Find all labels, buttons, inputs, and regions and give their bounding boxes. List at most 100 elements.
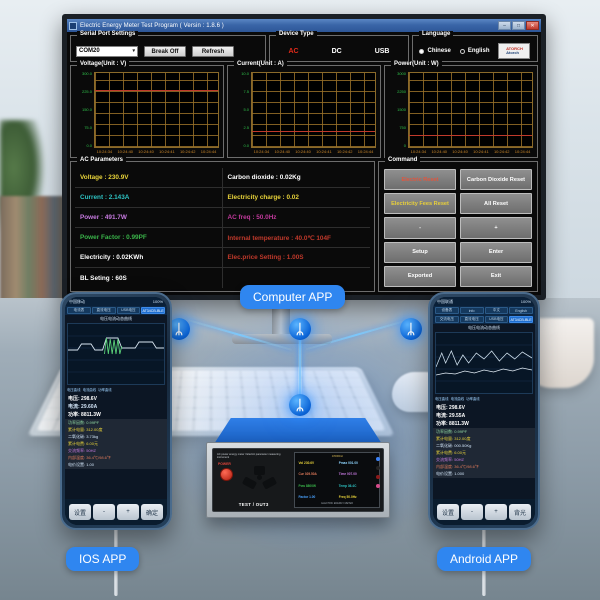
exit-button[interactable]: Exit <box>460 265 532 287</box>
ios-tab-1[interactable]: 直流电压 <box>91 307 116 314</box>
decrement-button[interactable]: - <box>384 217 456 239</box>
language-group: Language Chinese English ATORCH Atorch <box>412 31 538 62</box>
android-menu-device[interactable]: 设备表 <box>435 307 459 314</box>
ios-key-plus[interactable]: + <box>117 504 139 520</box>
window-controls: – □ ✕ <box>498 21 539 30</box>
param-carbon: Carbon dioxide : 0.02Kg <box>222 168 370 188</box>
param-temperature: Internal temperature : 40.0℃ 104F <box>222 228 370 248</box>
voltage-x-axis: 10:24:34 10:24:40 10:24:40 10:24:41 10:2… <box>74 148 219 155</box>
led-pink-icon <box>376 484 380 488</box>
meter-display: ATORCH Vol 230.6V Pmax 001.00 Cur 029.50… <box>294 452 380 508</box>
android-menu-english[interactable]: English <box>509 307 533 314</box>
ios-key-minus[interactable]: - <box>93 504 115 520</box>
device-type-dc[interactable]: DC <box>332 48 342 55</box>
bottom-row: AC Parameters Voltage : 230.9V Carbon di… <box>70 157 538 292</box>
bluetooth-icon: ᛦ <box>289 318 311 340</box>
language-english-option[interactable]: English <box>459 48 489 54</box>
enter-button[interactable]: Enter <box>460 241 532 263</box>
socket-slot-top <box>254 466 265 475</box>
increment-button[interactable]: + <box>460 217 532 239</box>
language-legend: Language <box>419 31 454 37</box>
meter-readings-grid: Vol 230.6V Pmax 001.00 Cur 029.50A Time … <box>297 458 377 502</box>
param-power-factor: Power Factor : 0.99PF <box>75 228 223 248</box>
current-y-axis: 10.0 7.5 5.0 2.5 0.0 <box>231 72 251 148</box>
ios-main-values: 电压: 298.6V 电流: 29.60A 功率: 8811.3W <box>65 394 167 419</box>
android-menu-chinese[interactable]: 中文 <box>484 307 509 314</box>
setup-button[interactable]: Setup <box>384 241 456 263</box>
device-type-ac[interactable]: AC <box>288 48 298 55</box>
ios-key-enter[interactable]: 确定 <box>141 504 163 520</box>
meter-display-footer: ELECTRIC ENERGY METER <box>321 502 353 505</box>
param-ac-freq: AC freq : 50.0Hz <box>222 208 370 228</box>
x-tick: 10:24:41 <box>473 149 489 154</box>
socket-slot-center <box>257 475 262 480</box>
electric-reset-button[interactable]: Electric Reset <box>384 169 456 191</box>
android-legend-2: 功率曲线 <box>466 397 480 401</box>
ios-current: 电流: 29.60A <box>68 404 98 410</box>
android-tab-device[interactable]: AT34CB-BLE <box>509 316 533 323</box>
power-chart: 3000 2250 1500 750 0 10:24:34 10:24:40 1… <box>385 66 537 157</box>
android-key-minus[interactable]: - <box>461 504 483 520</box>
break-off-button[interactable]: Break Off <box>144 45 186 57</box>
y-tick: 7.5 <box>243 89 249 94</box>
y-tick: 3000 <box>397 71 406 76</box>
android-tab-0[interactable]: 交流电压 <box>435 316 459 323</box>
android-key-setup[interactable]: 设置 <box>437 504 459 520</box>
led-red-icon <box>376 475 380 479</box>
ios-tab-2[interactable]: USB电压 <box>116 307 141 314</box>
android-key-plus[interactable]: + <box>485 504 507 520</box>
power-button[interactable] <box>220 468 233 481</box>
android-key-backlight[interactable]: 背光 <box>509 504 531 520</box>
ios-status-bar: 中国移动 100% <box>65 297 167 306</box>
meter-caption: AC power energy meter / Electric paramet… <box>217 453 281 460</box>
ios-key-setup[interactable]: 设置 <box>69 504 91 520</box>
app-content: Serial Port Settings COM20 ▾ Break Off R… <box>67 31 541 295</box>
android-chart-svg <box>436 344 532 382</box>
language-chinese-option[interactable]: Chinese <box>419 48 451 54</box>
carbon-dioxide-reset-button[interactable]: Carbon Dioxide Reset <box>460 169 532 191</box>
android-app-screen: 中国联通 100% 设备表 info 中文 English 交流电压 直流电压 … <box>433 297 535 525</box>
ios-key-row: 设置 - + 确定 <box>65 499 167 525</box>
x-tick: 10:24:40 <box>274 149 291 154</box>
ios-legend-1: 电流曲线 <box>82 388 97 392</box>
android-main-values: 电压: 298.6V 电流: 29.55A 功率: 8811.3W <box>433 403 535 428</box>
power-meter-device: AC power energy meter / Electric paramet… <box>206 418 390 522</box>
command-legend: Command <box>385 157 421 163</box>
minimize-button[interactable]: – <box>498 21 511 30</box>
android-legend-1: 电流曲线 <box>450 397 465 401</box>
param-charge: Electricity charge : 0.02 <box>222 188 370 208</box>
device-type-group: Device Type AC DC USB <box>269 31 409 62</box>
ios-tab-0[interactable]: 电流表 <box>67 307 91 314</box>
computer-app-badge: Computer APP <box>240 285 346 309</box>
com-port-value: COM20 <box>79 48 100 54</box>
all-reset-button[interactable]: All Reset <box>460 193 532 215</box>
android-row: 二氧化碳: 000.50Kg <box>436 443 472 448</box>
language-options: Chinese English ATORCH Atorch <box>413 36 537 61</box>
android-menu-info[interactable]: info <box>459 307 484 314</box>
app-icon <box>69 21 77 30</box>
x-tick: 10:24:34 <box>253 149 270 154</box>
x-tick: 10:24:41 <box>316 149 332 154</box>
param-elec-price: Elec.price Setting : 1.00S <box>222 248 370 268</box>
ac-parameters-group: AC Parameters Voltage : 230.9V Carbon di… <box>70 157 375 292</box>
exported-button[interactable]: Exported <box>384 265 456 287</box>
com-port-select[interactable]: COM20 ▾ <box>76 45 138 57</box>
android-power: 功率: 8811.3W <box>436 421 469 427</box>
device-type-usb[interactable]: USB <box>375 48 390 55</box>
voltage-trace <box>95 90 218 92</box>
electricity-fees-reset-button[interactable]: Electricity Fees Reset <box>384 193 456 215</box>
desktop-app-window: Electric Energy Meter Test Program ( Ver… <box>67 19 541 295</box>
ios-row: 累计电费: 6.00元 <box>68 441 99 446</box>
meter-reading: Factor 1.00 <box>298 494 316 499</box>
ios-tab-device[interactable]: AT34CB-BLE <box>141 307 165 314</box>
ios-chart-title: 电压电流动态曲线 <box>100 316 132 321</box>
radio-selected-icon <box>419 48 425 54</box>
language-chinese-label: Chinese <box>427 48 451 54</box>
maximize-button[interactable]: □ <box>512 21 525 30</box>
android-voltage: 电压: 298.6V <box>436 405 465 411</box>
refresh-button[interactable]: Refresh <box>192 45 234 57</box>
android-tab-1[interactable]: 直流电压 <box>459 316 484 323</box>
android-tab-2[interactable]: USB电压 <box>484 316 509 323</box>
close-button[interactable]: ✕ <box>526 21 539 30</box>
meter-reading: Cur 029.50A <box>298 472 317 477</box>
